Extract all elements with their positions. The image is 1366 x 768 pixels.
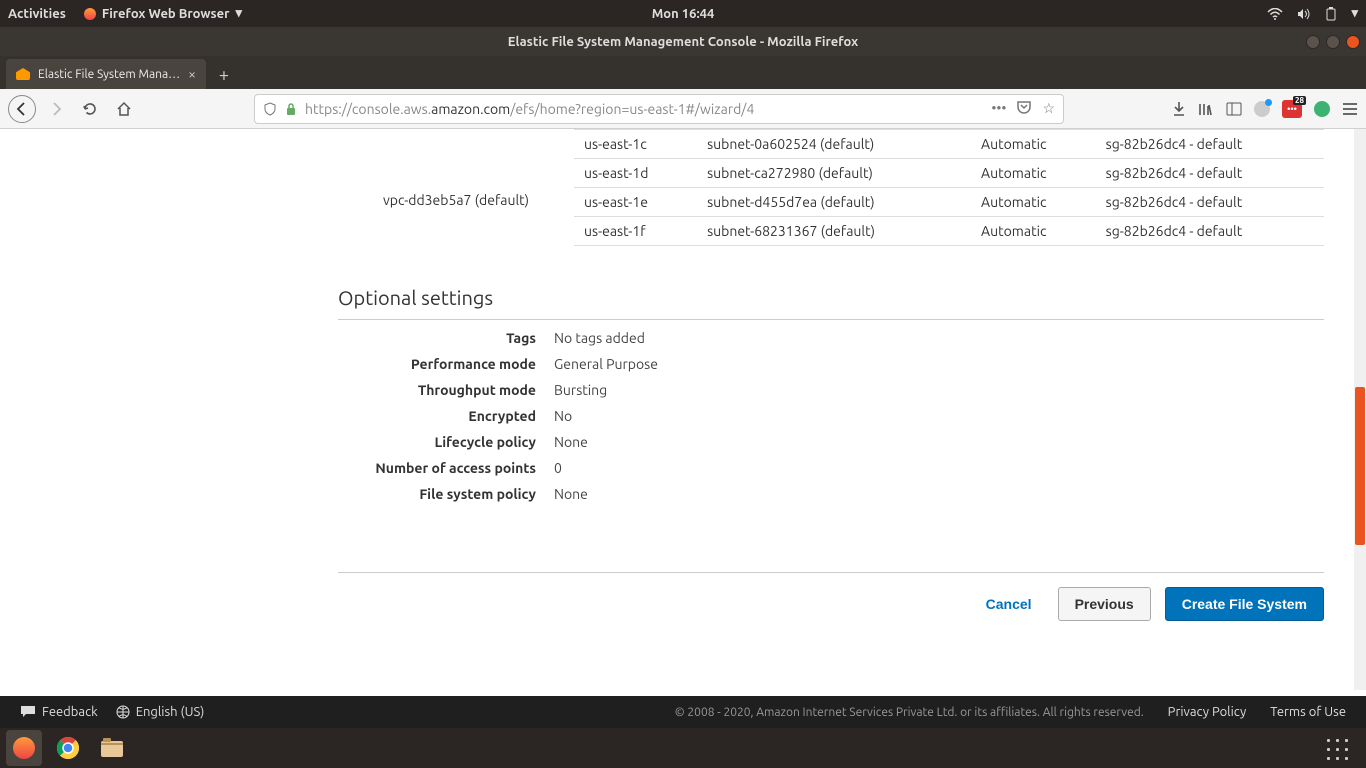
dock-show-applications[interactable] [1322,734,1350,762]
setting-file-system-policy: File system policyNone [338,486,1324,502]
setting-lifecycle-policy: Lifecycle policyNone [338,434,1324,450]
feedback-link[interactable]: Feedback [20,705,98,719]
table-row: vpc-dd3eb5a7 (default) us-east-1c subnet… [338,130,1324,159]
cancel-button[interactable]: Cancel [974,588,1044,620]
firefox-icon [84,8,96,20]
shield-icon [263,102,277,116]
browser-tab[interactable]: Elastic File System Mana… × [6,59,206,89]
setting-throughput-mode: Throughput modeBursting [338,382,1324,398]
reload-button[interactable] [76,95,104,123]
forward-button[interactable] [42,95,70,123]
scrollbar-thumb[interactable] [1355,387,1365,545]
window-titlebar: Elastic File System Management Console -… [0,27,1366,56]
mount-targets-table: vpc-dd3eb5a7 (default) us-east-1c subnet… [338,129,1324,246]
url-bar[interactable]: https://console.aws.amazon.com/efs/home?… [254,94,1064,124]
activities-button[interactable]: Activities [8,7,66,21]
lock-icon [285,102,297,116]
language-selector[interactable]: English (US) [116,705,205,719]
ubuntu-top-bar: Activities Firefox Web Browser ▾ Mon 16:… [0,0,1366,27]
setting-encrypted: EncryptedNo [338,408,1324,424]
nav-toolbar: https://console.aws.amazon.com/efs/home?… [0,89,1366,129]
app-menu[interactable]: Firefox Web Browser ▾ [84,6,242,21]
setting-performance-mode: Performance modeGeneral Purpose [338,356,1324,372]
terms-of-use-link[interactable]: Terms of Use [1270,705,1346,719]
extension-badge-icon[interactable]: ••• [1282,100,1302,118]
privacy-policy-link[interactable]: Privacy Policy [1168,705,1247,719]
new-tab-button[interactable]: + [210,61,238,89]
volume-icon[interactable] [1297,8,1311,20]
dock-files[interactable] [94,730,130,766]
create-file-system-button[interactable]: Create File System [1165,587,1324,621]
copyright-text: © 2008 - 2020, Amazon Internet Services … [675,706,1144,719]
library-icon[interactable] [1198,101,1214,117]
sidebar-icon[interactable] [1226,101,1242,117]
ubuntu-dock [0,728,1366,768]
setting-tags: TagsNo tags added [338,330,1324,346]
whatsnew-icon[interactable] [1254,101,1270,117]
url-text: https://console.aws.amazon.com/efs/home?… [305,101,754,117]
aws-favicon-icon [16,68,30,80]
vpc-cell: vpc-dd3eb5a7 (default) [338,130,574,246]
tab-strip: Elastic File System Mana… × + [0,56,1366,89]
previous-button[interactable]: Previous [1058,587,1151,621]
downloads-icon[interactable] [1172,101,1186,117]
bookmark-star-icon[interactable]: ☆ [1042,100,1055,117]
hamburger-menu-icon[interactable] [1342,102,1358,116]
optional-settings-heading: Optional settings [338,286,1324,320]
wifi-icon[interactable] [1267,8,1283,20]
window-close-button[interactable] [1346,35,1360,49]
dock-chrome[interactable] [50,730,86,766]
tab-title: Elastic File System Mana… [38,68,180,81]
battery-icon[interactable] [1325,7,1337,21]
window-minimize-button[interactable] [1306,35,1320,49]
window-maximize-button[interactable] [1326,35,1340,49]
aws-footer: Feedback English (US) © 2008 - 2020, Ama… [0,696,1366,728]
scrollbar[interactable] [1354,129,1366,690]
page-content: vpc-dd3eb5a7 (default) us-east-1c subnet… [0,129,1366,690]
extension-green-icon[interactable] [1314,101,1330,117]
setting-access-points: Number of access points0 [338,460,1324,476]
chevron-down-icon[interactable]: ▾ [1351,6,1358,21]
back-button[interactable] [8,95,36,123]
window-title: Elastic File System Management Console -… [508,35,858,49]
speech-bubble-icon [20,705,36,719]
pocket-icon[interactable] [1016,100,1032,114]
tab-close-icon[interactable]: × [188,66,196,82]
globe-icon [116,705,130,719]
dock-firefox[interactable] [6,730,42,766]
wizard-footer: Cancel Previous Create File System [338,572,1324,635]
clock[interactable]: Mon 16:44 [652,7,715,21]
chevron-down-icon: ▾ [236,6,243,21]
page-actions-icon[interactable]: ••• [991,100,1006,117]
home-button[interactable] [110,95,138,123]
